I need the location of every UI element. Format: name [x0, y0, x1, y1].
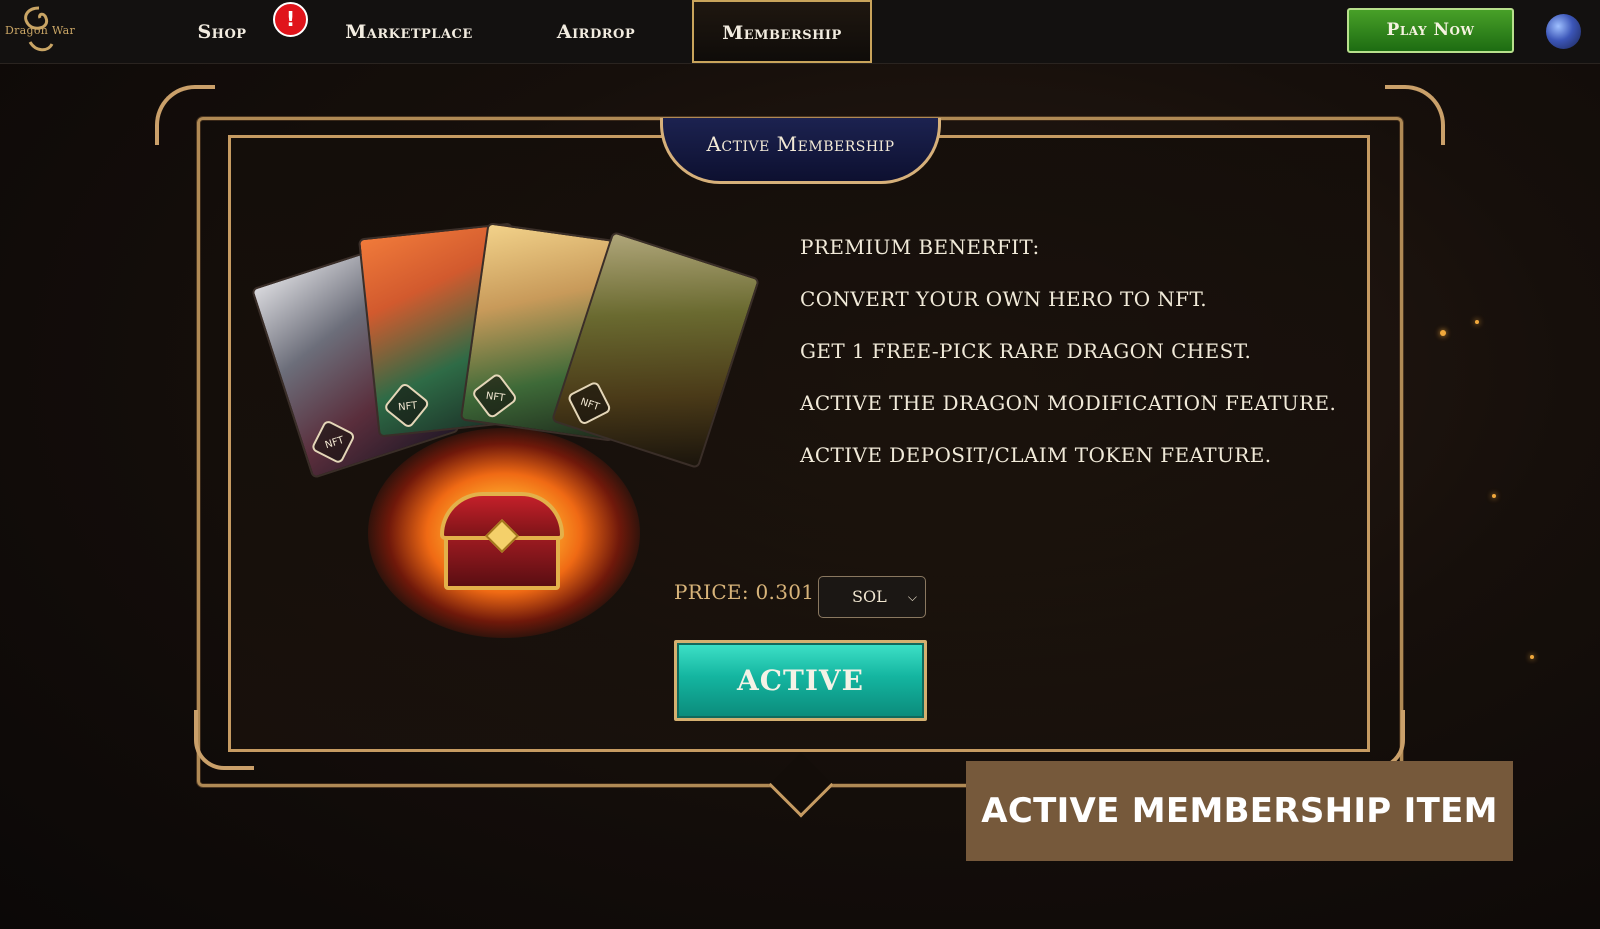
- chevron-down-icon: ⌵: [907, 590, 917, 604]
- panel-title: Active Membership: [706, 132, 895, 156]
- logo-text: Dragon War: [4, 24, 76, 37]
- dragon-war-logo[interactable]: Dragon War: [0, 2, 78, 60]
- ember-decoration: [1440, 330, 1446, 336]
- hero-cards: NFT NFT NFT NFT: [250, 220, 761, 480]
- alert-icon[interactable]: !: [273, 2, 308, 37]
- benefit-item: ACTIVE THE DRAGON MODIFICATION FEATURE.: [800, 391, 1337, 415]
- benefit-item: ACTIVE DEPOSIT/CLAIM TOKEN FEATURE.: [800, 443, 1272, 467]
- ember-decoration: [1530, 655, 1534, 659]
- frame-corner: [155, 85, 215, 145]
- benefit-item: CONVERT YOUR OWN HERO TO NFT.: [800, 287, 1208, 311]
- treasure-chest-icon: [440, 492, 564, 592]
- benefit-item: GET 1 FREE-PICK RARE DRAGON CHEST.: [800, 339, 1252, 363]
- nav-membership[interactable]: Membership: [692, 0, 872, 63]
- nav-marketplace[interactable]: Marketplace: [336, 0, 482, 64]
- benefits-heading: PREMIUM BENERFIT:: [800, 235, 1040, 259]
- globe-icon[interactable]: [1546, 14, 1581, 49]
- price-label: PRICE: 0.301: [674, 580, 815, 604]
- active-button[interactable]: ACTIVE: [674, 640, 927, 721]
- ember-decoration: [1475, 320, 1479, 324]
- ember-decoration: [1492, 494, 1496, 498]
- currency-value: SOL: [852, 587, 887, 606]
- nav-shop[interactable]: Shop: [190, 0, 254, 64]
- caption-banner: ACTIVE MEMBERSHIP ITEM: [966, 761, 1513, 861]
- nav-airdrop[interactable]: Airdrop: [548, 0, 644, 64]
- currency-select[interactable]: SOL ⌵: [818, 576, 926, 618]
- benefits-list: PREMIUM BENERFIT: CONVERT YOUR OWN HERO …: [800, 232, 1360, 492]
- frame-corner: [1385, 85, 1445, 145]
- title-banner: Active Membership: [660, 118, 941, 184]
- play-now-button[interactable]: Play Now: [1347, 8, 1514, 53]
- top-nav: Dragon War Shop ! Marketplace Airdrop Me…: [0, 0, 1600, 64]
